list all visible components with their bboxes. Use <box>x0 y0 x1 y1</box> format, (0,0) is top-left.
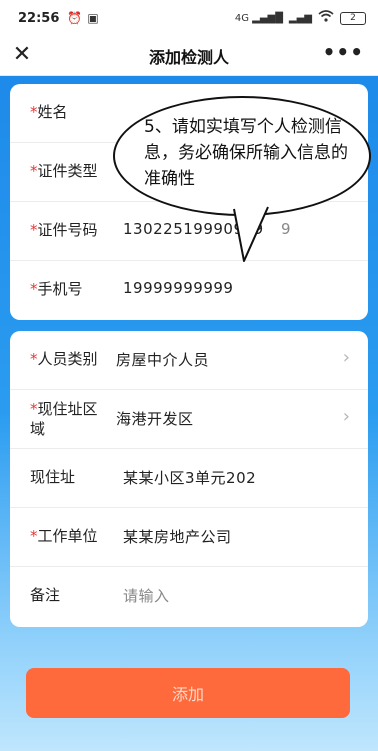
region-value: 海港开发区 <box>116 410 194 428</box>
signal-icon-2: ▂▄▆ <box>288 12 312 24</box>
name-label: *姓名 <box>30 103 68 121</box>
chevron-right-icon: › <box>342 406 350 427</box>
page-title: 添加检测人 <box>148 47 229 67</box>
add-button[interactable]: 添加 <box>26 668 350 718</box>
address-value: 某某小区3单元202 <box>123 469 257 487</box>
category-label: *人员类别 <box>30 350 98 368</box>
region-row[interactable]: *现住址区域 海港开发区 › <box>10 390 368 449</box>
status-time: 22:56 <box>18 10 60 26</box>
message-icon: ▣ <box>87 11 99 25</box>
status-bar: 22:56 ⏰ ▣ 4G ▂▄▆█ ▂▄▆ 2 <box>0 0 378 36</box>
remark-label: 备注 <box>30 586 61 604</box>
address-label: 现住址 <box>30 468 76 486</box>
chevron-right-icon: › <box>342 347 350 368</box>
bubble-text: 5、请如实填写个人检测信息，务必确保所输入信息的准确性 <box>144 117 348 189</box>
nav-bar: ✕ 添加检测人 ••• <box>0 36 378 76</box>
work-value: 某某房地产公司 <box>123 528 232 546</box>
wifi-icon <box>318 10 334 26</box>
battery-icon: 2 <box>340 11 366 25</box>
close-icon[interactable]: ✕ <box>10 42 34 67</box>
work-label: *工作单位 <box>30 527 98 545</box>
residence-info-card: *人员类别 房屋中介人员 › *现住址区域 海港开发区 › 现住址 某某小区3单… <box>10 331 368 627</box>
phone-label: *手机号 <box>30 280 83 298</box>
alarm-icon: ⏰ <box>67 11 83 25</box>
status-right: 4G ▂▄▆█ ▂▄▆ 2 <box>235 10 366 26</box>
category-value: 房屋中介人员 <box>116 351 210 369</box>
id-number-label: *证件号码 <box>30 221 98 239</box>
remark-row[interactable]: 备注 请输入 <box>10 567 368 626</box>
phone-row[interactable]: *手机号 19999999999 <box>10 261 368 320</box>
speech-bubble-tail <box>233 205 269 262</box>
id-number-tail: 9 <box>281 220 292 238</box>
remark-input[interactable]: 请输入 <box>123 585 170 606</box>
category-row[interactable]: *人员类别 房屋中介人员 › <box>10 331 368 390</box>
more-icon[interactable]: ••• <box>323 40 364 64</box>
id-type-label: *证件类型 <box>30 162 98 180</box>
address-row[interactable]: 现住址 某某小区3单元202 <box>10 449 368 508</box>
region-label: *现住址区域 <box>30 400 98 438</box>
work-row[interactable]: *工作单位 某某房地产公司 <box>10 508 368 567</box>
phone-value: 19999999999 <box>123 279 234 297</box>
signal-icon: 4G ▂▄▆█ <box>234 12 283 24</box>
